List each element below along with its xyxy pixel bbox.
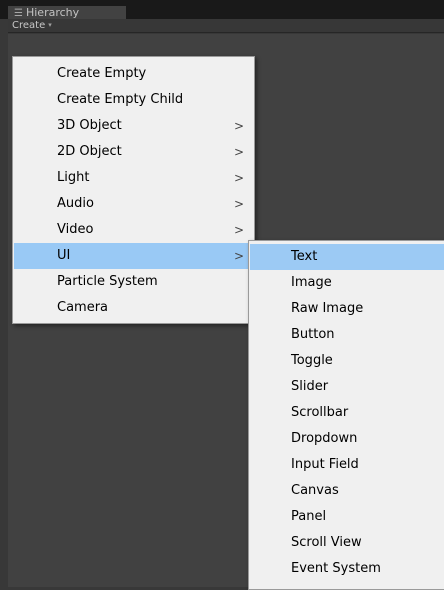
submenu-item-input-field[interactable]: Input Field [250,452,444,478]
menu-item-label: Create Empty Child [57,92,184,107]
submenu-item-label: Slider [291,379,329,394]
submenu-item-label: Dropdown [291,431,358,446]
submenu-item-label: Toggle [291,353,333,368]
submenu-item-text[interactable]: Text [250,244,444,270]
hierarchy-toolbar: Create ▾ [8,19,444,33]
submenu-item-toggle[interactable]: Toggle [250,348,444,374]
submenu-item-label: Input Field [291,457,359,472]
menu-item-create-empty[interactable]: Create Empty [14,61,253,87]
chevron-right-icon: > [234,145,245,159]
menu-item-label: 3D Object [57,118,122,133]
submenu-item-dropdown[interactable]: Dropdown [250,426,444,452]
menu-item-label: 2D Object [57,144,122,159]
menu-item-ui[interactable]: UI > [14,243,253,269]
submenu-item-raw-image[interactable]: Raw Image [250,296,444,322]
submenu-item-label: Text [291,249,318,264]
menu-item-label: Create Empty [57,66,147,81]
menu-item-camera[interactable]: Camera [14,295,253,321]
menu-item-label: UI [57,248,71,263]
submenu-item-slider[interactable]: Slider [250,374,444,400]
create-dropdown-button[interactable]: Create ▾ [8,19,56,32]
menu-item-3d-object[interactable]: 3D Object > [14,113,253,139]
menu-item-label: Particle System [57,274,158,289]
create-menu: Create Empty Create Empty Child 3D Objec… [12,56,255,324]
tab-label: Hierarchy [25,6,80,19]
menu-item-create-empty-child[interactable]: Create Empty Child [14,87,253,113]
menu-item-light[interactable]: Light > [14,165,253,191]
menu-item-2d-object[interactable]: 2D Object > [14,139,253,165]
submenu-item-label: Event System [291,561,381,576]
menu-item-video[interactable]: Video > [14,217,253,243]
menu-item-label: Audio [57,196,94,211]
chevron-right-icon: > [234,171,245,185]
chevron-right-icon: > [234,197,245,211]
create-label: Create [12,20,46,31]
submenu-item-image[interactable]: Image [250,270,444,296]
tab-hierarchy[interactable]: ☰ Hierarchy [8,6,126,19]
submenu-item-scrollbar[interactable]: Scrollbar [250,400,444,426]
submenu-item-label: Canvas [291,483,339,498]
menu-item-label: Video [57,222,94,237]
menu-item-particle-system[interactable]: Particle System [14,269,253,295]
submenu-item-label: Panel [291,509,327,524]
submenu-item-panel[interactable]: Panel [250,504,444,530]
menu-item-audio[interactable]: Audio > [14,191,253,217]
chevron-right-icon: > [234,223,245,237]
ui-submenu: Text Image Raw Image Button Toggle Slide… [248,240,444,590]
submenu-item-label: Raw Image [291,301,364,316]
chevron-right-icon: > [234,249,245,263]
submenu-item-canvas[interactable]: Canvas [250,478,444,504]
chevron-right-icon: > [234,119,245,133]
submenu-item-label: Button [291,327,335,342]
submenu-item-scroll-view[interactable]: Scroll View [250,530,444,556]
menu-item-label: Camera [57,300,109,315]
menu-item-label: Light [57,170,90,185]
submenu-item-label: Image [291,275,332,290]
submenu-item-button[interactable]: Button [250,322,444,348]
submenu-item-event-system[interactable]: Event System [250,556,444,582]
submenu-item-label: Scroll View [291,535,362,550]
caret-down-icon: ▾ [48,21,52,29]
submenu-item-label: Scrollbar [291,405,349,420]
